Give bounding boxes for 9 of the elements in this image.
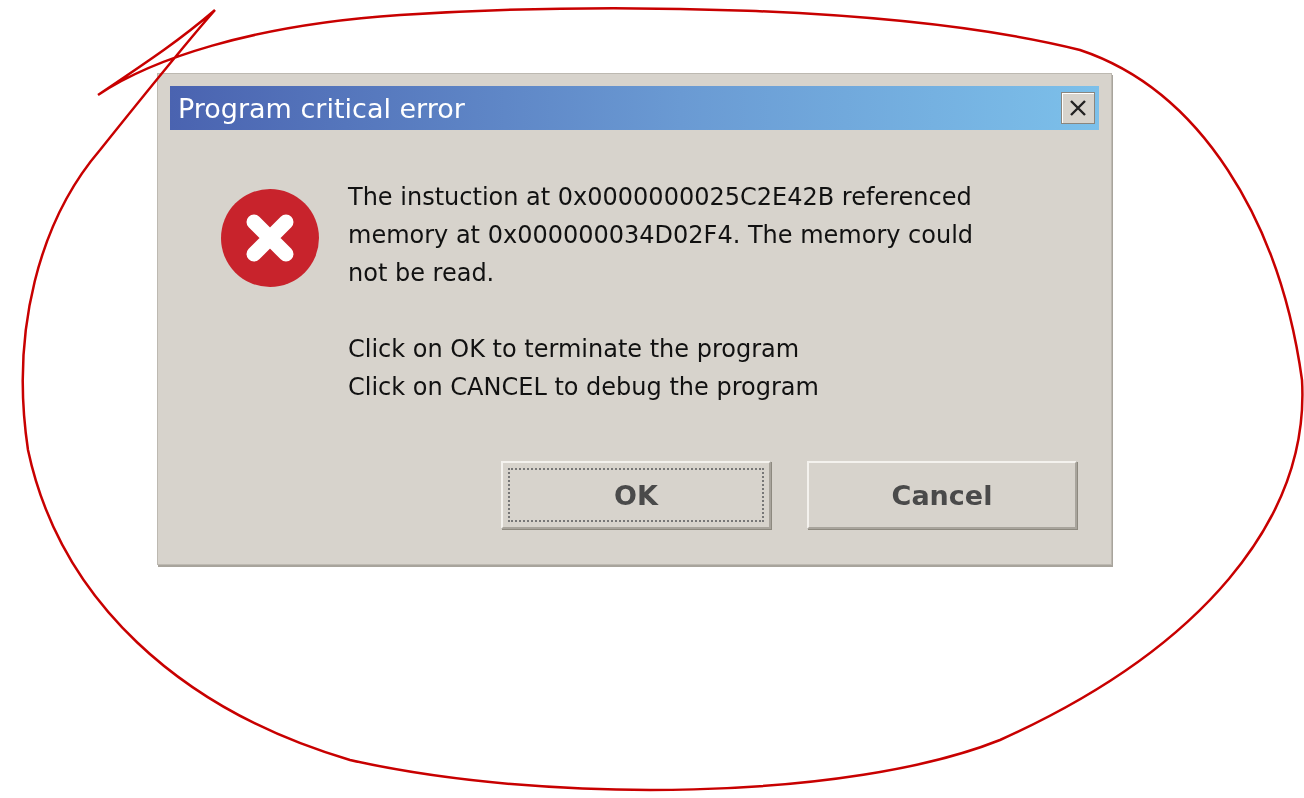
ok-button[interactable]: OK [501,461,771,529]
cancel-button[interactable]: Cancel [807,461,1077,529]
close-icon [1068,98,1088,118]
instruction-text: Click on OK to terminate the program [348,334,801,365]
close-button[interactable] [1061,92,1095,124]
error-message: The instuction at 0x0000000025C2E42B referenced memory at 0x000000034D02F4. The memory could not be read. [348,182,974,289]
instruction-text: Click on CANCEL to debug the program [348,372,820,403]
error-icon [220,188,320,288]
window-title: Program critical error [178,92,465,124]
